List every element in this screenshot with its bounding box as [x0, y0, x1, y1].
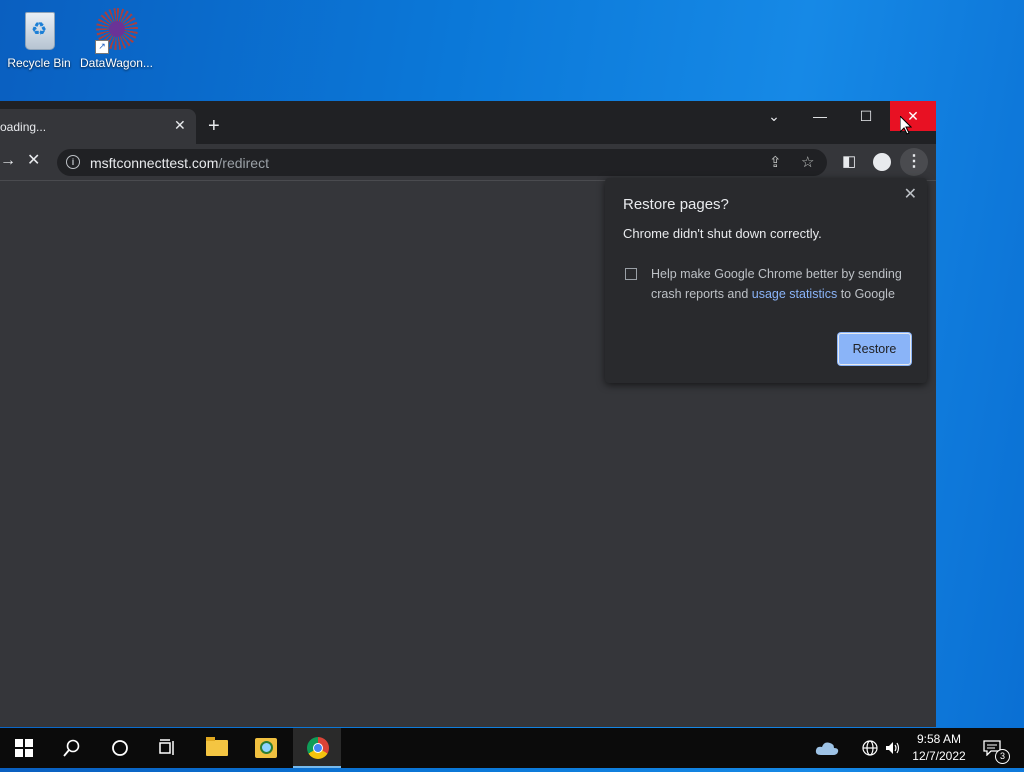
site-info-icon[interactable]: i [66, 155, 80, 169]
restore-button[interactable]: Restore [838, 333, 911, 365]
maximize-button[interactable]: ☐ [843, 101, 889, 131]
forward-arrow-icon[interactable]: → [0, 152, 16, 170]
stop-loading-icon[interactable]: ✕ [27, 152, 40, 170]
cortana-circle-icon [112, 740, 128, 756]
datawagon-icon: ↗ [94, 8, 138, 54]
url-text[interactable]: msftconnecttest.com/redirect [90, 155, 269, 171]
tab-loading[interactable]: oading... ✕ [0, 109, 196, 144]
chrome-menu-icon[interactable]: ⋮ [900, 148, 928, 176]
profile-avatar-icon[interactable] [873, 153, 891, 171]
tab-strip: oading... ✕ + ⌄ — ☐ ✕ [0, 101, 936, 144]
minimize-button[interactable]: — [797, 101, 843, 131]
notification-count-badge: 3 [995, 749, 1010, 764]
system-clock[interactable]: 9:58 AM 12/7/2022 [906, 731, 972, 765]
chrome-icon [307, 737, 329, 759]
app-magnifier-icon [255, 738, 277, 758]
desktop-icon-label: Recycle Bin [7, 56, 71, 70]
recycle-bin-icon [17, 8, 61, 52]
share-icon[interactable]: ⇪ [769, 153, 782, 171]
tab-title: oading... [0, 120, 47, 134]
cortana-button[interactable] [96, 728, 144, 768]
tab-search-dropdown-icon[interactable]: ⌄ [751, 101, 797, 131]
desktop-icon-datawagon[interactable]: ↗ DataWagon... [80, 8, 153, 70]
close-window-button[interactable]: ✕ [890, 101, 936, 131]
task-view-button[interactable] [144, 728, 192, 768]
search-icon [63, 739, 80, 757]
crash-report-checkbox[interactable] [625, 268, 637, 280]
chrome-taskbar-button[interactable] [293, 728, 341, 768]
new-tab-button[interactable]: + [208, 116, 220, 136]
side-panel-icon[interactable]: ◧ [842, 153, 856, 171]
volume-icon[interactable] [885, 728, 901, 768]
browser-toolbar: → ✕ i msftconnecttest.com/redirect ⇪ ☆ ◧… [0, 144, 936, 181]
taskbar: 9:58 AM 12/7/2022 3 [0, 728, 1024, 768]
dialog-close-icon[interactable]: ✕ [904, 184, 917, 204]
taskbar-app-magnifier[interactable] [243, 728, 291, 768]
desktop-icon-label: DataWagon... [80, 56, 153, 70]
dialog-title: Restore pages? [623, 196, 729, 213]
network-globe-icon[interactable] [862, 728, 878, 768]
tab-close-icon[interactable]: ✕ [174, 117, 186, 134]
desktop-icon-recycle-bin[interactable]: Recycle Bin [3, 8, 75, 70]
bookmark-star-icon[interactable]: ☆ [801, 153, 814, 171]
restore-pages-dialog: ✕ Restore pages? Chrome didn't shut down… [605, 178, 927, 383]
windows-logo-icon [15, 739, 33, 757]
task-view-icon [159, 739, 174, 755]
start-button[interactable] [0, 728, 48, 768]
address-bar[interactable]: i msftconnecttest.com/redirect ⇪ ☆ [57, 149, 827, 176]
file-explorer-button[interactable] [194, 728, 242, 768]
search-button[interactable] [48, 728, 96, 768]
onedrive-cloud-icon[interactable] [815, 728, 839, 768]
dialog-message: Chrome didn't shut down correctly. [623, 226, 822, 241]
clock-date: 12/7/2022 [912, 749, 966, 763]
mouse-cursor-icon [899, 114, 913, 140]
clock-time: 9:58 AM [916, 732, 962, 746]
usage-statistics-link[interactable]: usage statistics [752, 287, 837, 301]
crash-report-label: Help make Google Chrome better by sendin… [651, 267, 902, 301]
shortcut-arrow-icon: ↗ [95, 40, 109, 54]
folder-icon [206, 737, 228, 756]
